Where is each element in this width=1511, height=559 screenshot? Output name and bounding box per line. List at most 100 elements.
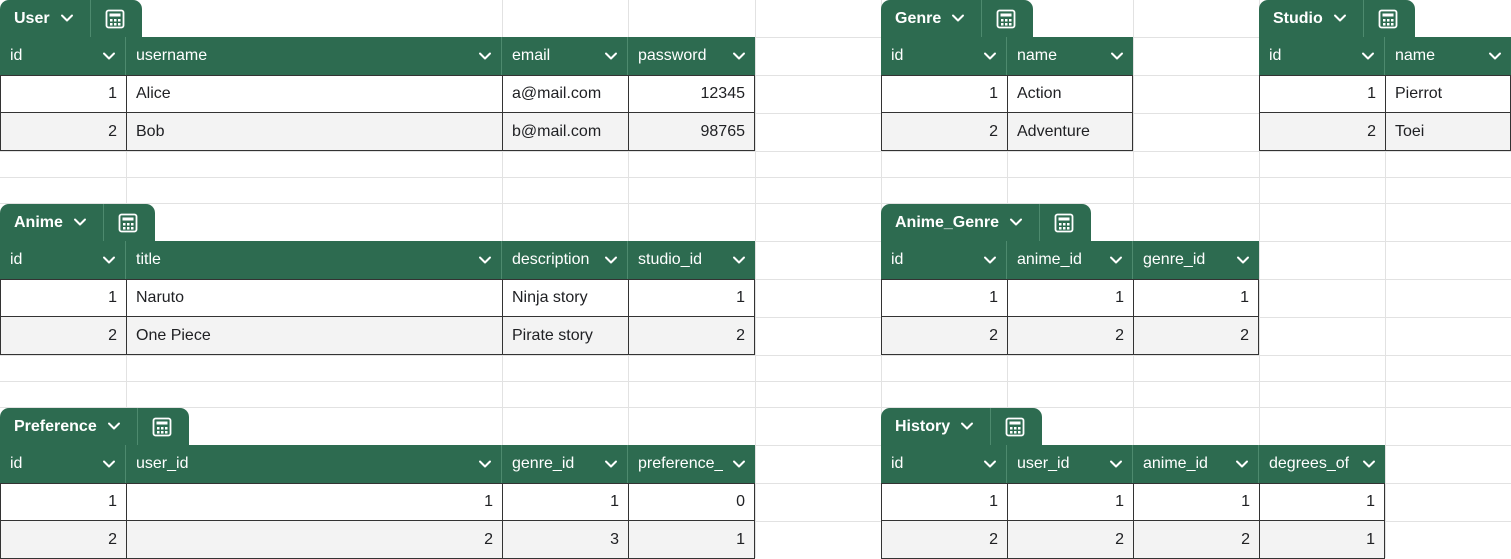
table-cell[interactable]: 1 (1259, 521, 1385, 559)
table-cell[interactable]: Bob (126, 113, 502, 151)
chevron-down-icon[interactable] (73, 215, 87, 229)
chevron-down-icon[interactable] (1333, 11, 1347, 25)
table-name-tab[interactable]: Preference (0, 408, 189, 445)
column-header[interactable]: user_id (126, 445, 502, 483)
chevron-down-icon[interactable] (107, 419, 121, 433)
table-cell[interactable]: 1 (1133, 279, 1259, 317)
table-cell[interactable]: 1 (126, 483, 502, 521)
chevron-down-icon[interactable] (1235, 457, 1249, 471)
table-cell[interactable]: Alice (126, 75, 502, 113)
table-cell[interactable]: Action (1007, 75, 1133, 113)
table-calculator-icon[interactable] (995, 8, 1017, 30)
column-header[interactable]: title (126, 241, 502, 279)
table-menu-chevron[interactable] (60, 11, 76, 27)
table-cell[interactable]: 1 (628, 521, 755, 559)
chevron-down-icon[interactable] (1009, 215, 1023, 229)
chevron-down-icon[interactable] (604, 253, 618, 267)
column-header[interactable]: password (628, 37, 755, 75)
table-cell[interactable]: 1 (0, 75, 126, 113)
table-menu-chevron[interactable] (951, 11, 967, 27)
table-menu-chevron[interactable] (107, 419, 123, 435)
chevron-down-icon[interactable] (478, 49, 492, 63)
table-cell[interactable]: 1 (502, 483, 628, 521)
table-cell[interactable]: 2 (0, 521, 126, 559)
table-cell[interactable]: b@mail.com (502, 113, 628, 151)
table-cell[interactable]: 2 (0, 113, 126, 151)
table-cell[interactable]: 1 (628, 279, 755, 317)
table-cell[interactable]: a@mail.com (502, 75, 628, 113)
table-cell[interactable]: Pirate story (502, 317, 628, 355)
chevron-down-icon[interactable] (1110, 49, 1124, 63)
chevron-down-icon[interactable] (604, 49, 618, 63)
table-calculator-icon[interactable] (104, 8, 126, 30)
table-cell[interactable]: 12345 (628, 75, 755, 113)
table-name[interactable]: Anime (0, 214, 63, 232)
chevron-down-icon[interactable] (983, 49, 997, 63)
table-cell[interactable]: 2 (881, 317, 1007, 355)
table-name[interactable]: Studio (1259, 10, 1323, 28)
table-cell[interactable]: 1 (881, 75, 1007, 113)
table-cell[interactable]: 1 (1133, 483, 1259, 521)
table-cell[interactable]: 1 (0, 279, 126, 317)
table-name-tab[interactable]: Anime (0, 204, 155, 241)
table-cell[interactable]: 2 (628, 317, 755, 355)
table-cell[interactable]: 1 (1007, 279, 1133, 317)
table-cell[interactable]: Pierrot (1385, 75, 1511, 113)
column-header[interactable]: id (881, 37, 1007, 75)
column-header[interactable]: id (1259, 37, 1385, 75)
table-calculator-icon[interactable] (1004, 416, 1026, 438)
chevron-down-icon[interactable] (732, 49, 746, 63)
table-name-tab[interactable]: Anime_Genre (881, 204, 1092, 241)
table-name-tab[interactable]: Studio (1259, 0, 1415, 37)
table-cell[interactable]: 1 (881, 483, 1007, 521)
chevron-down-icon[interactable] (983, 457, 997, 471)
chevron-down-icon[interactable] (1109, 457, 1123, 471)
column-header[interactable]: user_id (1007, 445, 1133, 483)
chevron-down-icon[interactable] (983, 253, 997, 267)
chevron-down-icon[interactable] (1361, 49, 1375, 63)
table-cell[interactable]: 2 (881, 113, 1007, 151)
column-header[interactable]: id (0, 241, 126, 279)
chevron-down-icon[interactable] (732, 253, 746, 267)
table-calculator-icon[interactable] (117, 212, 139, 234)
column-header[interactable]: preference_ (628, 445, 755, 483)
chevron-down-icon[interactable] (732, 457, 746, 471)
table-cell[interactable]: 2 (126, 521, 502, 559)
chevron-down-icon[interactable] (102, 253, 116, 267)
chevron-down-icon[interactable] (960, 419, 974, 433)
column-header[interactable]: genre_id (502, 445, 628, 483)
table-cell[interactable]: One Piece (126, 317, 502, 355)
table-menu-chevron[interactable] (73, 215, 89, 231)
table-cell[interactable]: Naruto (126, 279, 502, 317)
table-name-tab[interactable]: History (881, 408, 1043, 445)
table-cell[interactable]: 1 (1007, 483, 1133, 521)
column-header[interactable]: genre_id (1133, 241, 1259, 279)
chevron-down-icon[interactable] (1236, 253, 1250, 267)
table-cell[interactable]: 1 (0, 483, 126, 521)
column-header[interactable]: name (1007, 37, 1133, 75)
table-cell[interactable]: Ninja story (502, 279, 628, 317)
table-cell[interactable]: 1 (1259, 75, 1385, 113)
column-header[interactable]: name (1385, 37, 1511, 75)
table-cell[interactable]: 0 (628, 483, 755, 521)
table-cell[interactable]: 1 (881, 279, 1007, 317)
table-cell[interactable]: 98765 (628, 113, 755, 151)
column-header[interactable]: description (502, 241, 628, 279)
chevron-down-icon[interactable] (478, 253, 492, 267)
chevron-down-icon[interactable] (604, 457, 618, 471)
table-name[interactable]: User (0, 10, 50, 28)
chevron-down-icon[interactable] (951, 11, 965, 25)
table-cell[interactable]: 2 (1259, 113, 1385, 151)
table-name[interactable]: History (881, 418, 950, 436)
table-cell[interactable]: 2 (0, 317, 126, 355)
chevron-down-icon[interactable] (1109, 253, 1123, 267)
column-header[interactable]: degrees_of (1259, 445, 1385, 483)
column-header[interactable]: id (0, 37, 126, 75)
table-menu-chevron[interactable] (960, 419, 976, 435)
table-calculator-icon[interactable] (151, 416, 173, 438)
column-header[interactable]: anime_id (1133, 445, 1259, 483)
column-header[interactable]: anime_id (1007, 241, 1133, 279)
table-name[interactable]: Genre (881, 10, 941, 28)
table-cell[interactable]: Toei (1385, 113, 1511, 151)
table-name[interactable]: Anime_Genre (881, 214, 999, 232)
